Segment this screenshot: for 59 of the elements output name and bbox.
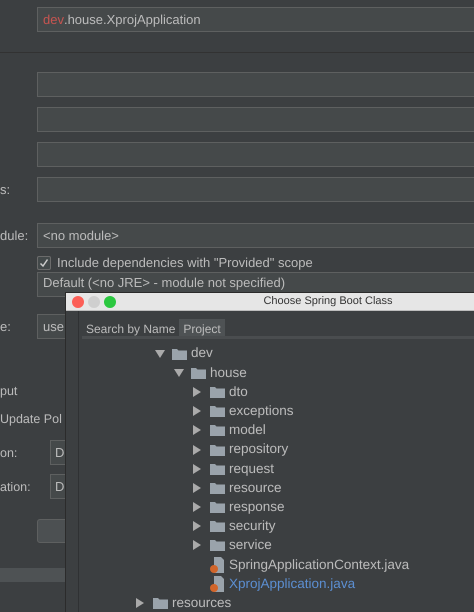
tree-item[interactable]: SpringApplicationContext.java — [229, 554, 410, 575]
java-class-icon — [210, 556, 224, 573]
module-dropdown[interactable]: <no module> — [37, 223, 474, 248]
folder-icon — [210, 520, 225, 532]
folder-icon — [153, 597, 168, 610]
expanded-arrow-icon[interactable] — [155, 350, 165, 358]
collapsed-arrow-icon[interactable] — [193, 502, 201, 512]
tree-item[interactable]: request — [229, 458, 274, 479]
tree-item[interactable]: repository — [229, 439, 288, 460]
tree-item[interactable]: dto — [229, 382, 248, 402]
field-label: on: — [0, 446, 18, 460]
collapsed-arrow-icon[interactable] — [136, 598, 144, 608]
folder-icon — [210, 501, 225, 514]
main-class-field[interactable]: dev.house.XprojApplication — [37, 7, 474, 32]
tab[interactable]: Project — [179, 319, 225, 336]
checkbox[interactable] — [37, 256, 51, 270]
tree-item[interactable]: dev — [191, 343, 213, 364]
text-field[interactable] — [37, 107, 474, 132]
folder-icon — [210, 539, 225, 552]
tab[interactable]: Search by Name — [82, 319, 180, 336]
collapsed-arrow-icon[interactable] — [193, 521, 201, 532]
folder-icon — [191, 366, 206, 379]
collapsed-arrow-icon[interactable] — [193, 540, 201, 550]
folder-icon — [210, 386, 225, 398]
collapsed-arrow-icon[interactable] — [193, 444, 201, 455]
text-field[interactable] — [37, 72, 474, 97]
field-label: e: — [0, 318, 11, 334]
folder-icon — [210, 444, 225, 456]
folder-icon — [210, 462, 225, 475]
field-label: put — [0, 384, 18, 398]
field-label: ation: — [0, 480, 31, 494]
field-label: dule: — [0, 228, 28, 243]
tree-item[interactable]: security — [229, 516, 276, 536]
tree-item[interactable]: response — [229, 496, 285, 518]
window-title: Choose Spring Boot Class — [264, 294, 392, 310]
collapsed-arrow-icon[interactable] — [193, 406, 201, 416]
field-label: s: — [0, 182, 10, 197]
tree-item[interactable]: house — [210, 362, 247, 383]
text-field[interactable] — [37, 177, 474, 202]
folder-icon — [210, 424, 225, 436]
close-button[interactable] — [72, 296, 84, 308]
tree-item[interactable]: service — [229, 535, 272, 556]
tree-item[interactable]: XprojApplication.java — [229, 574, 356, 594]
collapsed-arrow-icon[interactable] — [193, 425, 201, 436]
collapsed-arrow-icon[interactable] — [193, 464, 201, 474]
expanded-arrow-icon[interactable] — [174, 368, 184, 377]
field-label: Update Pol — [0, 412, 62, 426]
folder-icon — [210, 405, 225, 418]
java-class-icon — [210, 576, 224, 592]
folder-icon — [172, 348, 187, 360]
checkbox-label: Include dependencies with "Provided" scope — [57, 254, 313, 272]
collapsed-arrow-icon[interactable] — [193, 386, 201, 397]
tree-item[interactable]: model — [229, 420, 266, 440]
collapsed-arrow-icon[interactable] — [193, 482, 201, 493]
folder-icon — [210, 482, 225, 494]
tree-item[interactable]: resource — [229, 478, 282, 498]
text-field[interactable] — [37, 142, 474, 167]
tree-item[interactable]: exceptions — [229, 401, 294, 422]
tree-item[interactable]: resources — [172, 592, 232, 612]
